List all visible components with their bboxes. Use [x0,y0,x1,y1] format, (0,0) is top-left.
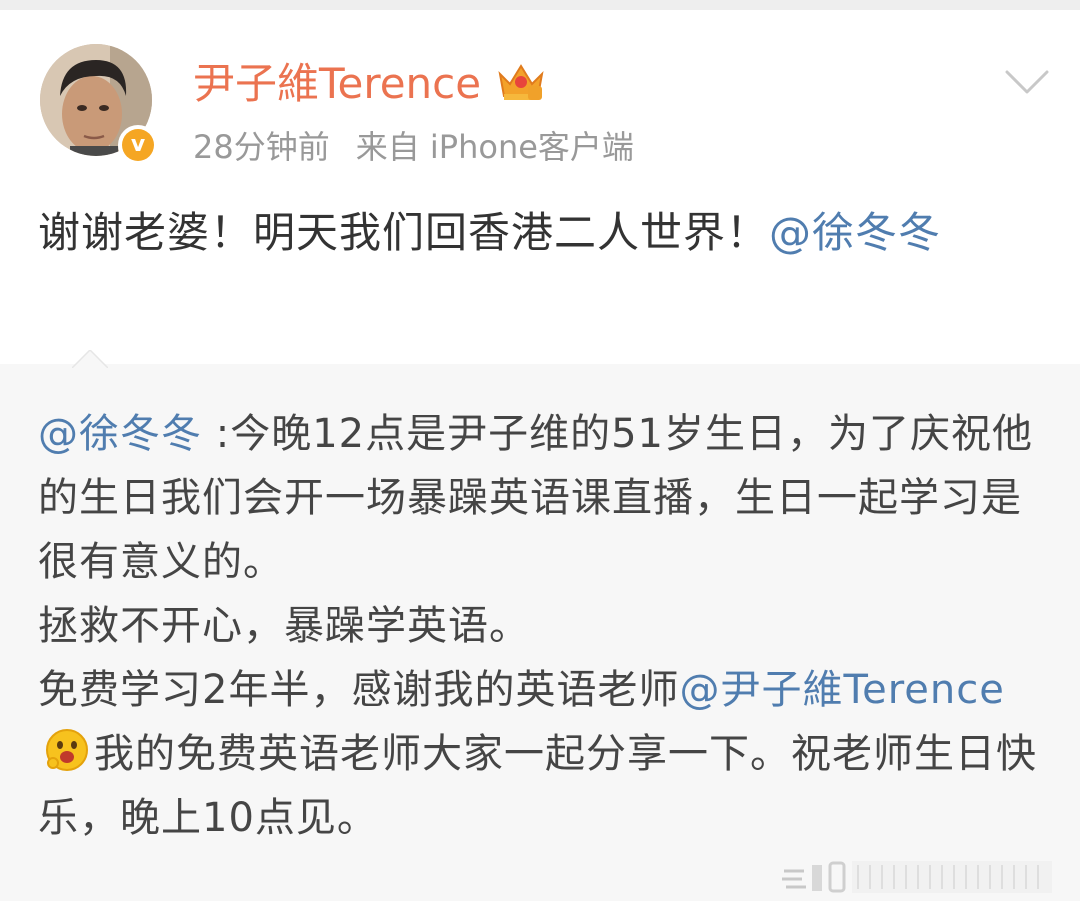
quote-text: @徐冬冬 :今晚12点是尹子维的51岁生日，为了庆祝他的生日我们会开一场暴躁英语… [38,402,1048,850]
quote-text-part-4: 我的免费英语老师大家一起分享一下。祝老师生日快乐，晚上10点见。 [38,731,1037,841]
post-text: 谢谢老婆！明天我们回香港二人世界！@徐冬冬 [38,200,1038,266]
quote-text-part-2: 拯救不开心，暴躁学英语。 [38,603,530,649]
crown-icon[interactable] [496,58,546,104]
weibo-watermark [782,861,1052,893]
post-source[interactable]: 来自 iPhone客户端 [356,128,634,166]
teacher-mention-link[interactable]: @尹子維Terence [679,667,1004,713]
post-body-text: 谢谢老婆！明天我们回香港二人世界！ [38,208,770,257]
top-strip [0,0,1080,10]
quote-text-part-3: 免费学习2年半，感谢我的英语老师 [38,667,680,713]
mention-link[interactable]: @徐冬冬 [769,208,941,257]
quote-pointer [72,350,108,368]
post-time: 28分钟前 [193,128,330,166]
quote-author-mention[interactable]: @徐冬冬 [38,411,202,457]
post-meta: 28分钟前 来自 iPhone客户端 [193,124,634,170]
excited-face-emoji-icon [46,729,88,771]
chevron-down-icon[interactable] [1002,62,1052,102]
verified-badge-icon: v [118,125,158,165]
user-name[interactable]: 尹子維Terence [193,56,481,112]
